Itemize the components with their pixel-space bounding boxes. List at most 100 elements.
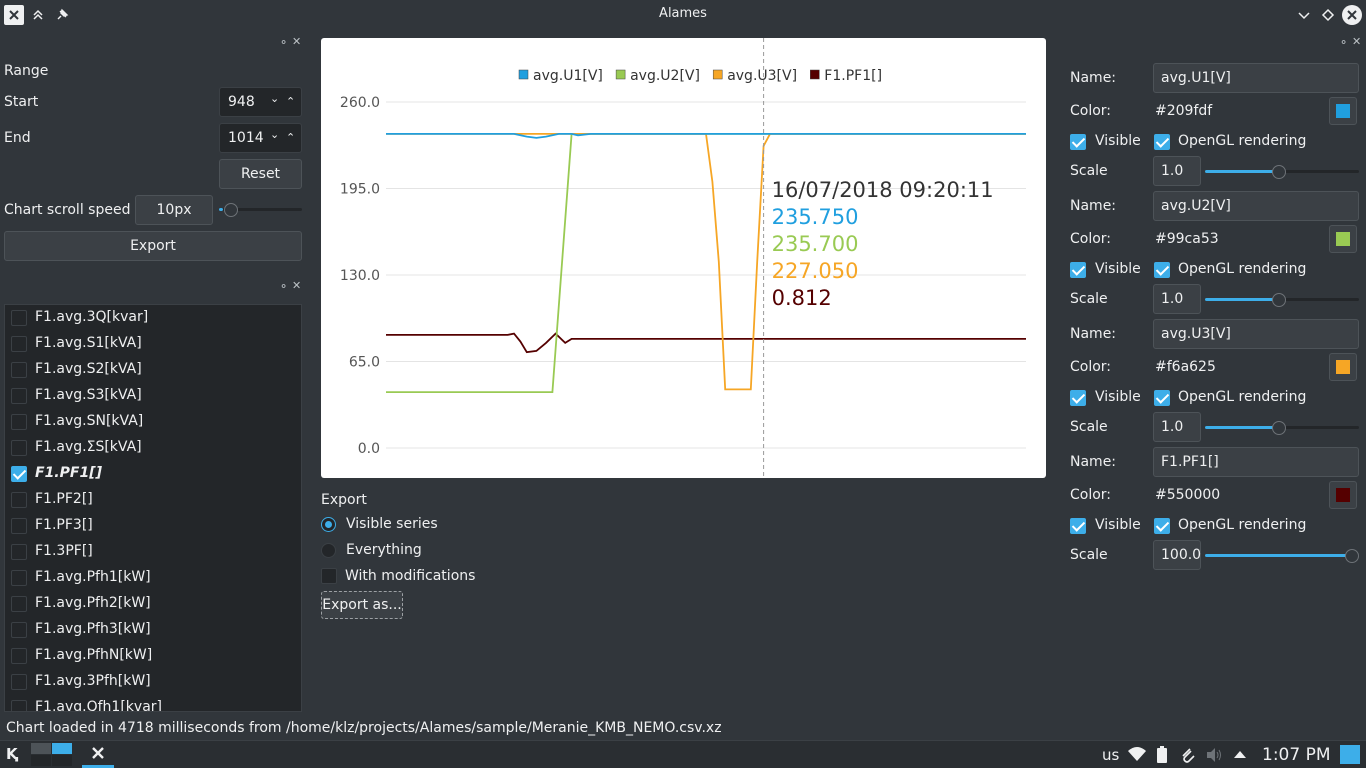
kde-menu-icon[interactable]: Ⱪ <box>6 745 18 763</box>
scale-slider[interactable] <box>1272 421 1286 435</box>
scale-field[interactable]: 1.0 <box>1153 284 1201 314</box>
minimize-icon[interactable] <box>1294 5 1314 25</box>
dock-close-icon[interactable]: ✕ <box>292 279 301 292</box>
everything-radio[interactable] <box>321 543 336 558</box>
color-value: #f6a625 <box>1155 359 1216 375</box>
list-item[interactable]: F1.avg.3Pfh[kW] <box>5 669 301 695</box>
with-modifications-checkbox[interactable] <box>321 568 337 584</box>
scale-slider[interactable] <box>1272 293 1286 307</box>
list-item[interactable]: F1.avg.S2[kVA] <box>5 357 301 383</box>
scroll-speed-field[interactable]: 10px <box>135 195 213 225</box>
series-name-field[interactable]: F1.PF1[] <box>1153 447 1359 477</box>
list-item[interactable]: F1.avg.S3[kVA] <box>5 383 301 409</box>
opengl-checkbox[interactable] <box>1154 262 1170 278</box>
dock-close-icon[interactable]: ✕ <box>1352 35 1361 48</box>
volume-icon[interactable] <box>1205 746 1223 768</box>
tray-expand-icon[interactable] <box>1233 748 1247 764</box>
chart-view[interactable]: 260.0 195.0 130.0 65.0 0.0 avg.U1[V] avg.U2[V]… <box>321 38 1046 478</box>
opengl-checkbox[interactable] <box>1154 518 1170 534</box>
series-checkbox[interactable] <box>11 336 27 352</box>
list-item[interactable]: F1.PF2[] <box>5 487 301 513</box>
list-item[interactable]: F1.3PF[] <box>5 539 301 565</box>
color-picker-button[interactable] <box>1329 481 1357 509</box>
end-spinbox[interactable]: 1014 ⌄ ⌃ <box>219 123 302 153</box>
list-item[interactable]: F1.avg.ΣS[kVA] <box>5 435 301 461</box>
list-item[interactable]: F1.avg.PfhN[kW] <box>5 643 301 669</box>
tooltip-value: 227.050 <box>772 259 859 283</box>
wifi-icon[interactable] <box>1127 745 1147 767</box>
export-as-button[interactable]: Export as... <box>321 591 403 619</box>
series-checkbox[interactable] <box>11 466 27 482</box>
series-list[interactable]: F1.avg.3Q[kvar] F1.avg.S1[kVA] F1.avg.S2[k… <box>4 304 302 712</box>
scale-field[interactable]: 1.0 <box>1153 412 1201 442</box>
task-alames[interactable] <box>82 741 114 768</box>
clip-icon[interactable] <box>1180 746 1196 768</box>
export-button[interactable]: Export <box>4 231 302 261</box>
scale-slider[interactable] <box>1272 165 1286 179</box>
series-checkbox[interactable] <box>11 700 27 711</box>
visible-checkbox[interactable] <box>1070 262 1086 278</box>
opengl-checkbox[interactable] <box>1154 134 1170 150</box>
opengl-label: OpenGL rendering <box>1178 517 1307 533</box>
chevron-up-icon[interactable]: ⌃ <box>286 131 295 144</box>
series-checkbox[interactable] <box>11 362 27 378</box>
series-name-field[interactable]: avg.U2[V] <box>1153 191 1359 221</box>
reset-button[interactable]: Reset <box>219 159 302 189</box>
scale-field[interactable]: 1.0 <box>1153 156 1201 186</box>
start-spinbox[interactable]: 948 ⌄ ⌃ <box>219 87 302 117</box>
series-checkbox[interactable] <box>11 492 27 508</box>
list-item[interactable]: F1.avg.S1[kVA] <box>5 331 301 357</box>
series-checkbox[interactable] <box>11 518 27 534</box>
series-name-field[interactable]: avg.U3[V] <box>1153 319 1359 349</box>
dock-close-icon[interactable]: ✕ <box>292 35 301 48</box>
keyboard-layout[interactable]: us <box>1102 746 1119 764</box>
maximize-icon[interactable] <box>1318 5 1338 25</box>
series-name-field[interactable]: avg.U1[V] <box>1153 63 1359 93</box>
list-item[interactable]: F1.PF3[] <box>5 513 301 539</box>
scroll-speed-slider[interactable] <box>224 203 238 217</box>
color-picker-button[interactable] <box>1329 97 1357 125</box>
pager[interactable] <box>31 743 73 767</box>
clock[interactable]: 1:07 PM <box>1262 745 1331 765</box>
list-item[interactable]: F1.avg.Pfh3[kW] <box>5 617 301 643</box>
color-label: Color: <box>1070 359 1112 375</box>
list-item[interactable]: F1.avg.Qfh1[kvar] <box>5 695 301 711</box>
series-checkbox[interactable] <box>11 310 27 326</box>
visible-checkbox[interactable] <box>1070 518 1086 534</box>
visible-series-radio[interactable] <box>321 517 336 532</box>
series-checkbox[interactable] <box>11 570 27 586</box>
show-desktop-icon[interactable] <box>1340 745 1360 764</box>
color-swatch <box>1336 488 1350 502</box>
dock-float-icon[interactable]: ⚬ <box>1339 36 1348 49</box>
series-checkbox[interactable] <box>11 544 27 560</box>
list-item[interactable]: F1.avg.SN[kVA] <box>5 409 301 435</box>
opengl-checkbox[interactable] <box>1154 390 1170 406</box>
series-checkbox[interactable] <box>11 648 27 664</box>
chevron-down-icon[interactable]: ⌄ <box>270 92 279 105</box>
series-checkbox[interactable] <box>11 622 27 638</box>
color-picker-button[interactable] <box>1329 353 1357 381</box>
series-checkbox[interactable] <box>11 414 27 430</box>
visible-checkbox[interactable] <box>1070 390 1086 406</box>
scale-label: Scale <box>1070 419 1108 435</box>
color-value: #209fdf <box>1155 103 1213 119</box>
list-item[interactable]: F1.avg.Pfh1[kW] <box>5 565 301 591</box>
series-checkbox[interactable] <box>11 596 27 612</box>
battery-icon[interactable] <box>1156 746 1168 768</box>
list-item[interactable]: F1.avg.Pfh2[kW] <box>5 591 301 617</box>
series-checkbox[interactable] <box>11 388 27 404</box>
scale-slider[interactable] <box>1345 549 1359 563</box>
visible-checkbox[interactable] <box>1070 134 1086 150</box>
series-checkbox[interactable] <box>11 674 27 690</box>
chevron-up-icon[interactable]: ⌃ <box>286 95 295 108</box>
list-item[interactable]: F1.PF1[] <box>5 461 301 487</box>
chevron-down-icon[interactable]: ⌄ <box>270 128 279 141</box>
list-item[interactable]: F1.avg.3Q[kvar] <box>5 305 301 331</box>
scale-field[interactable]: 100.0 <box>1153 540 1201 570</box>
color-picker-button[interactable] <box>1329 225 1357 253</box>
series-label: F1.avg.3Q[kvar] <box>35 309 149 325</box>
dock-float-icon[interactable]: ⚬ <box>279 280 288 293</box>
dock-float-icon[interactable]: ⚬ <box>279 36 288 49</box>
close-icon[interactable] <box>1342 5 1362 25</box>
series-checkbox[interactable] <box>11 440 27 456</box>
